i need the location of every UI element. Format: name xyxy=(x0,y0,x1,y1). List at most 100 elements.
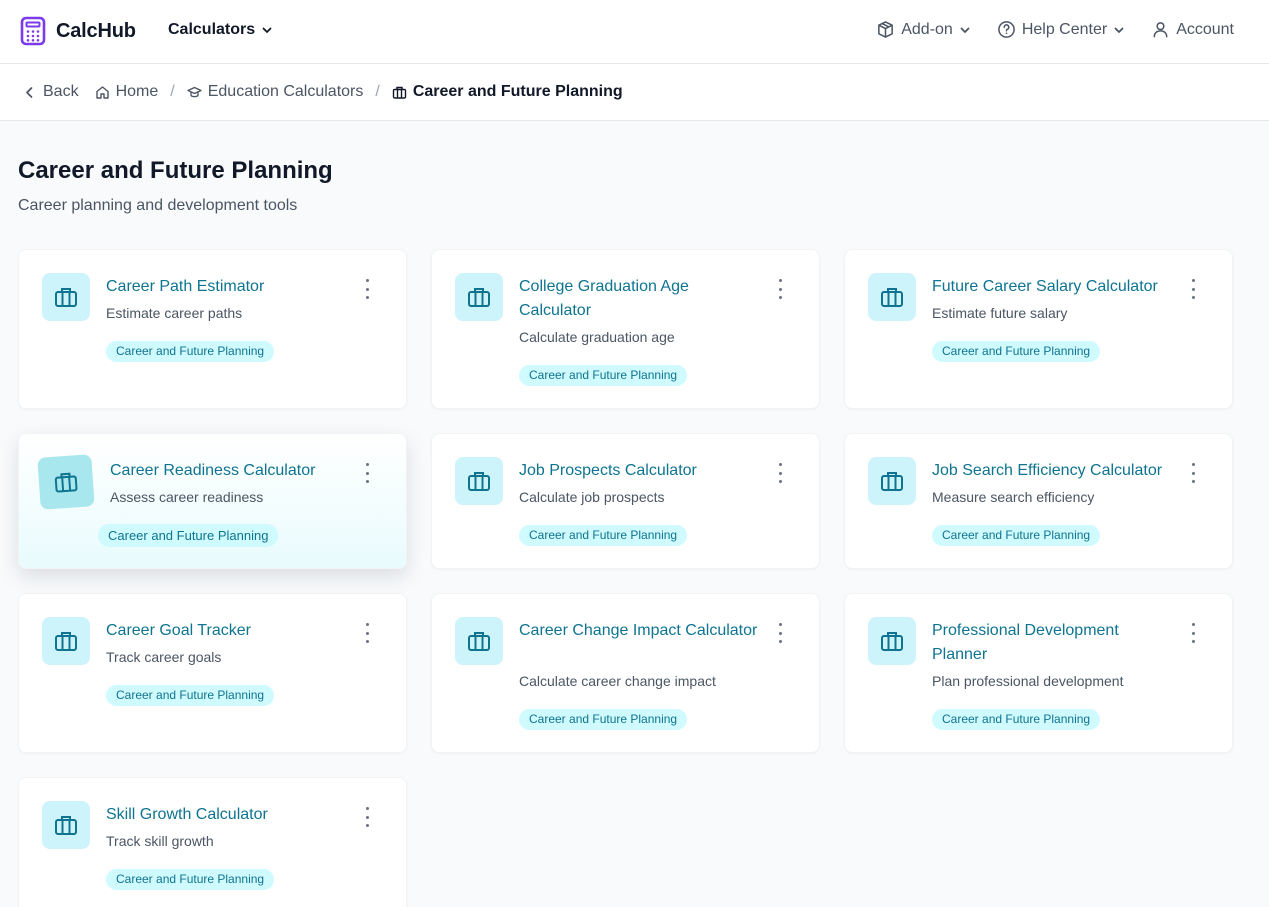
card-description: Estimate career paths xyxy=(106,305,243,321)
category-tag: Career and Future Planning xyxy=(106,341,275,362)
chevron-down-icon xyxy=(960,27,970,33)
more-options-button[interactable] xyxy=(1185,623,1201,643)
card-title[interactable]: Future Career Salary Calculator xyxy=(932,275,1172,299)
chevron-down-icon xyxy=(1114,27,1124,33)
category-tag: Career and Future Planning xyxy=(932,341,1101,362)
category-tag: Career and Future Planning xyxy=(106,685,275,706)
chevron-left-icon xyxy=(26,86,33,98)
card-title[interactable]: Job Prospects Calculator xyxy=(519,459,759,483)
card-icon xyxy=(455,617,503,665)
calculator-card[interactable]: College Graduation Age Calculator Calcul… xyxy=(431,249,820,409)
more-options-button[interactable] xyxy=(772,463,788,483)
top-navbar: CalcHub Calculators Add-on Help Center A… xyxy=(0,0,1269,64)
back-link[interactable]: Back xyxy=(22,83,79,101)
calculator-card[interactable]: Job Search Efficiency Calculator Measure… xyxy=(844,433,1233,569)
help-center-menu[interactable]: Help Center xyxy=(997,20,1125,39)
card-description: Plan professional development xyxy=(932,673,1124,689)
calculator-card[interactable]: Future Career Salary Calculator Estimate… xyxy=(844,249,1233,409)
calculator-card[interactable]: Professional Development Planner Plan pr… xyxy=(844,593,1233,753)
card-description: Assess career readiness xyxy=(110,489,264,505)
briefcase-icon xyxy=(881,288,903,307)
more-options-button[interactable] xyxy=(772,279,788,299)
card-description: Calculate graduation age xyxy=(519,329,675,345)
help-circle-icon xyxy=(997,21,1015,38)
nav-right: Add-on Help Center Account xyxy=(876,20,1234,39)
breadcrumb-bar: Back Home / Education Calculators / Care… xyxy=(0,64,1269,121)
more-options-button[interactable] xyxy=(359,463,375,483)
addon-menu[interactable]: Add-on xyxy=(876,20,971,39)
calculator-icon xyxy=(20,16,46,46)
category-tag: Career and Future Planning xyxy=(932,709,1101,730)
card-title[interactable]: Career Goal Tracker xyxy=(106,619,346,643)
more-options-button[interactable] xyxy=(359,807,375,827)
briefcase-icon xyxy=(54,472,78,493)
briefcase-icon xyxy=(55,816,77,835)
breadcrumb-home-label: Home xyxy=(115,83,159,100)
user-icon xyxy=(1153,22,1168,38)
breadcrumb-education[interactable]: Education Calculators xyxy=(187,83,363,101)
category-tag: Career and Future Planning xyxy=(519,525,688,546)
briefcase-icon xyxy=(392,86,407,99)
card-description: Track skill growth xyxy=(106,833,214,849)
category-tag: Career and Future Planning xyxy=(519,365,688,386)
breadcrumb-separator: / xyxy=(170,83,175,100)
card-title[interactable]: Professional Development Planner xyxy=(932,619,1172,667)
card-icon xyxy=(868,273,916,321)
card-title[interactable]: Job Search Efficiency Calculator xyxy=(932,459,1172,483)
page-subtitle: Career planning and development tools xyxy=(18,197,298,214)
calculator-card[interactable]: Job Prospects Calculator Calculate job p… xyxy=(431,433,820,569)
card-title[interactable]: Career Change Impact Calculator xyxy=(519,619,759,643)
chevron-down-icon xyxy=(262,27,272,33)
category-tag: Career and Future Planning xyxy=(519,709,688,730)
more-options-button[interactable] xyxy=(1185,463,1201,483)
briefcase-icon xyxy=(881,472,903,491)
card-icon xyxy=(37,454,95,510)
more-options-button[interactable] xyxy=(359,279,375,299)
briefcase-icon xyxy=(55,632,77,651)
calculator-card[interactable]: Skill Growth Calculator Track skill grow… xyxy=(18,777,407,907)
card-icon xyxy=(868,457,916,505)
card-title[interactable]: College Graduation Age Calculator xyxy=(519,275,759,323)
card-title[interactable]: Career Readiness Calculator xyxy=(110,459,350,483)
card-description: Calculate job prospects xyxy=(519,489,665,505)
category-tag: Career and Future Planning xyxy=(106,869,275,890)
card-icon xyxy=(455,457,503,505)
card-title[interactable]: Skill Growth Calculator xyxy=(106,803,346,827)
calculator-card[interactable]: Career Goal Tracker Track career goals C… xyxy=(18,593,407,753)
calculator-card[interactable]: Career Path Estimator Estimate career pa… xyxy=(18,249,407,409)
category-tag: Career and Future Planning xyxy=(98,524,279,547)
breadcrumb-separator: / xyxy=(375,83,380,100)
help-center-label: Help Center xyxy=(1021,20,1108,38)
addon-label: Add-on xyxy=(901,20,953,38)
account-menu[interactable]: Account xyxy=(1151,20,1234,39)
category-tag: Career and Future Planning xyxy=(932,525,1101,546)
card-icon xyxy=(455,273,503,321)
breadcrumb: Back Home / Education Calculators / Care… xyxy=(22,83,623,101)
briefcase-icon xyxy=(881,632,903,651)
breadcrumb-home[interactable]: Home xyxy=(95,83,159,101)
card-description: Measure search efficiency xyxy=(932,489,1095,505)
home-icon xyxy=(95,85,109,99)
more-options-button[interactable] xyxy=(772,623,788,643)
briefcase-icon xyxy=(468,288,490,307)
more-options-button[interactable] xyxy=(359,623,375,643)
graduation-cap-icon xyxy=(187,86,202,97)
account-label: Account xyxy=(1176,20,1234,38)
briefcase-icon xyxy=(468,472,490,491)
card-description: Calculate career change impact xyxy=(519,673,716,689)
calculators-menu[interactable]: Calculators xyxy=(168,21,273,39)
card-title[interactable]: Career Path Estimator xyxy=(106,275,346,299)
app-name: CalcHub xyxy=(56,19,136,42)
card-icon xyxy=(868,617,916,665)
card-description: Estimate future salary xyxy=(932,305,1068,321)
brand-logo[interactable]: CalcHub xyxy=(20,16,136,46)
more-options-button[interactable] xyxy=(1185,279,1201,299)
card-icon xyxy=(42,801,90,849)
breadcrumb-current-label: Career and Future Planning xyxy=(412,83,623,100)
card-icon xyxy=(42,273,90,321)
breadcrumb-current: Career and Future Planning xyxy=(392,83,623,101)
card-icon xyxy=(42,617,90,665)
calculator-card[interactable]: Career Readiness Calculator Assess caree… xyxy=(18,433,407,569)
package-icon xyxy=(878,21,894,38)
calculator-card[interactable]: Career Change Impact Calculator Calculat… xyxy=(431,593,820,753)
